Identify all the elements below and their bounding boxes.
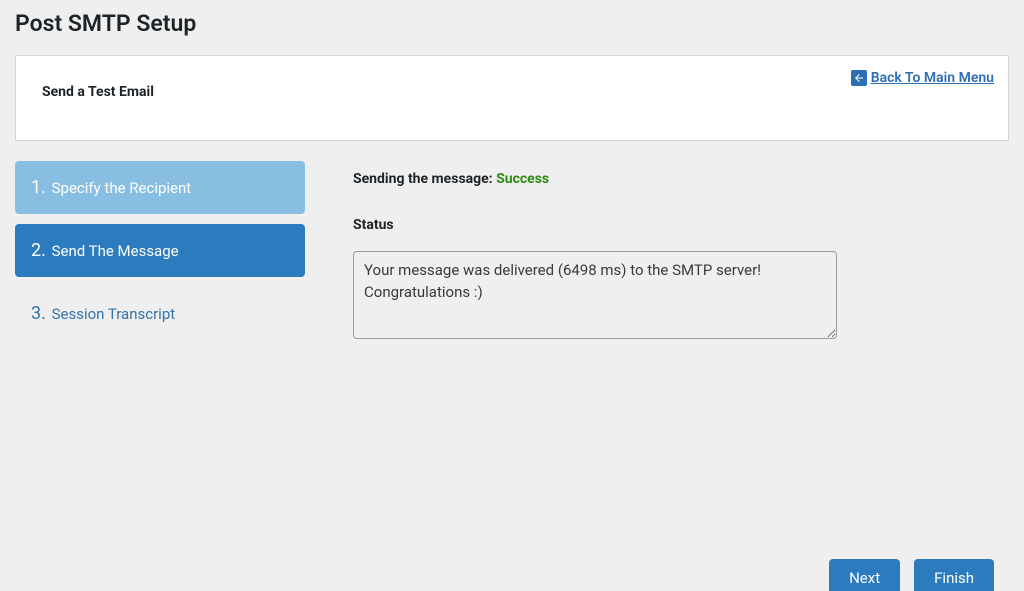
step-number: 1. [31, 177, 46, 198]
step-label: Session Transcript [52, 305, 176, 323]
back-to-main-menu-label: Back To Main Menu [871, 70, 994, 86]
step-session-transcript[interactable]: 3. Session Transcript [15, 287, 305, 340]
finish-button[interactable]: Finish [914, 559, 994, 591]
step-send-the-message[interactable]: 2. Send The Message [15, 224, 305, 277]
send-test-email-box: Back To Main Menu Send a Test Email [15, 55, 1009, 141]
step-number: 3. [31, 303, 46, 324]
wizard-steps: 1. Specify the Recipient 2. Send The Mes… [15, 161, 305, 340]
next-button[interactable]: Next [829, 559, 900, 591]
step-label: Specify the Recipient [52, 179, 192, 197]
status-prefix: Sending the message: [353, 171, 493, 187]
box-heading: Send a Test Email [42, 84, 988, 100]
message-status-panel: Sending the message: Success Status Your… [339, 161, 1009, 503]
page-title: Post SMTP Setup [15, 10, 1009, 37]
sending-status-line: Sending the message: Success [353, 171, 995, 187]
step-specify-recipient[interactable]: 1. Specify the Recipient [15, 161, 305, 214]
step-label: Send The Message [52, 242, 179, 260]
status-textarea[interactable]: Your message was delivered (6498 ms) to … [353, 251, 837, 339]
status-value: Success [496, 171, 549, 187]
wizard-footer-buttons: Next Finish [829, 559, 994, 591]
step-number: 2. [31, 240, 46, 261]
status-label: Status [353, 217, 995, 233]
back-arrow-icon [851, 70, 867, 86]
back-to-main-menu-link[interactable]: Back To Main Menu [851, 70, 994, 86]
